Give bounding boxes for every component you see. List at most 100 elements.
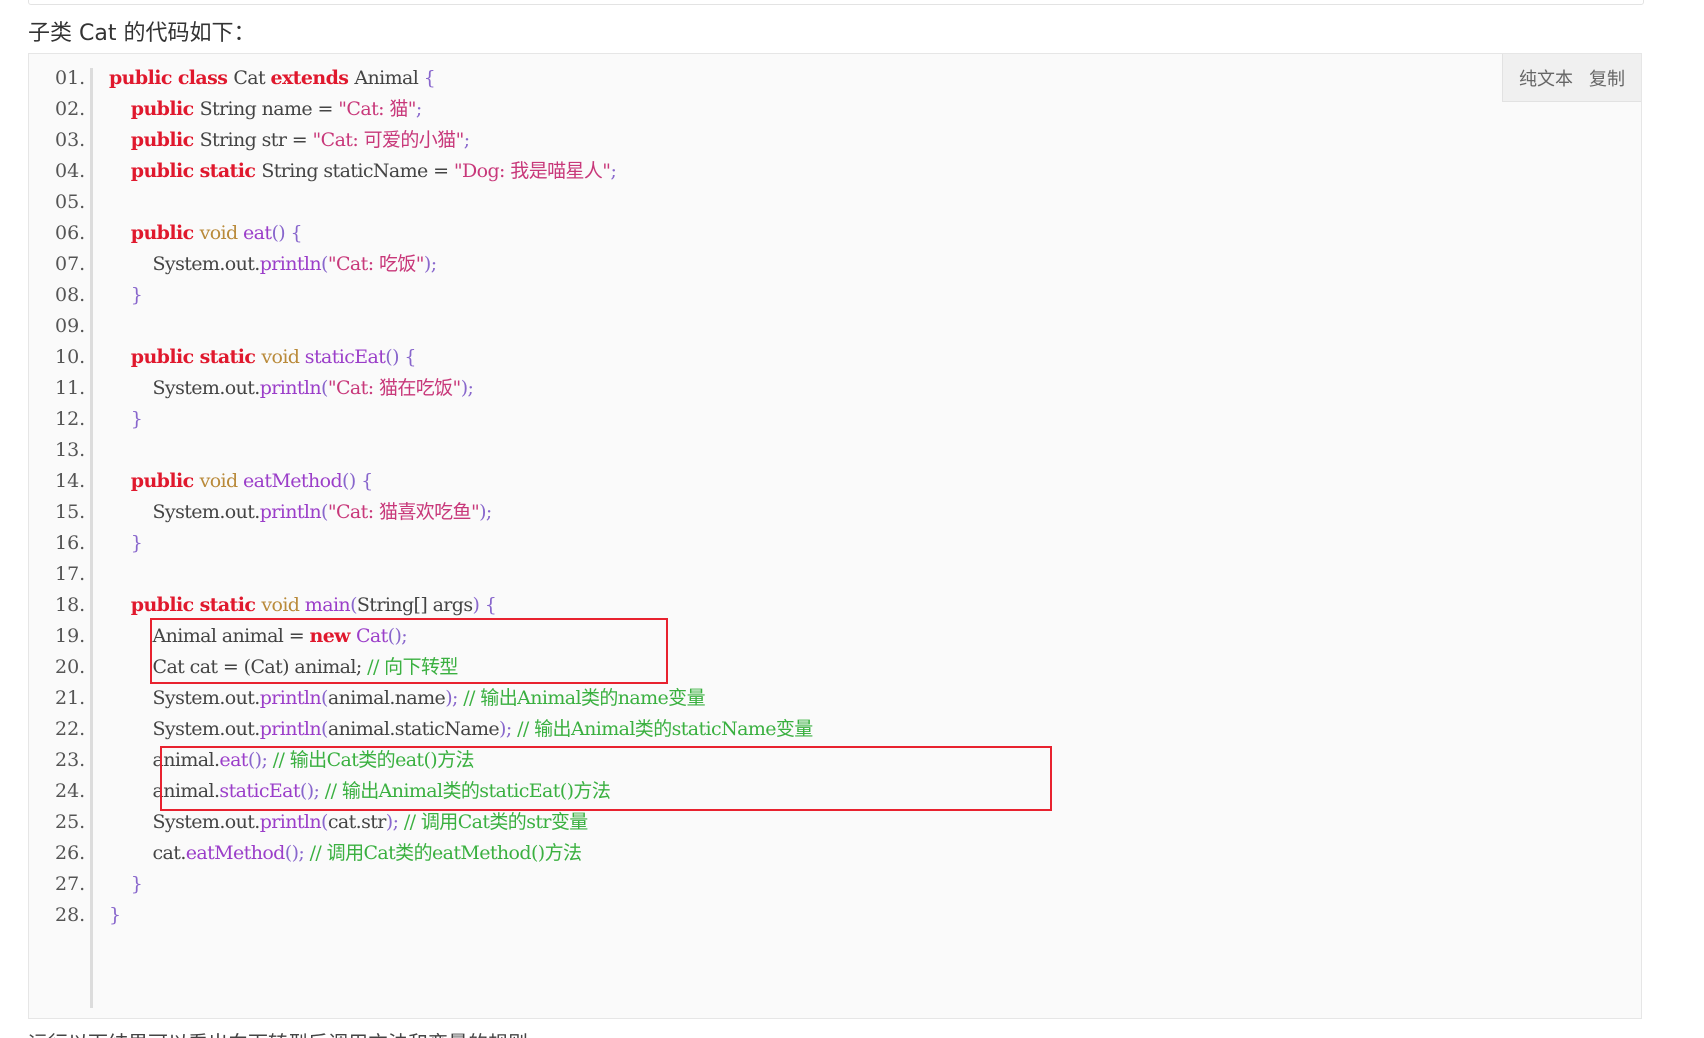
code-token-punct: ( (321, 253, 328, 275)
code-token-plain: System.out. (109, 377, 261, 399)
line-number: 05. (55, 191, 86, 213)
line-number: 27. (55, 873, 86, 895)
code-line: 11. System.out.println("Cat: 猫在吃饭"); (29, 372, 1529, 405)
code-token-punct: } (109, 904, 121, 926)
code-token-plain: animal.name (327, 687, 446, 709)
code-token-fn: println (259, 501, 322, 523)
code-token-fn: eatMethod (185, 842, 286, 864)
code-token-plain: String[] args (356, 594, 473, 616)
code-line: 10. public static void staticEat() { (29, 341, 1529, 374)
code-token-fn: println (259, 811, 322, 833)
code-line: 02. public String name = "Cat: 猫"; (29, 93, 1529, 126)
code-token-punct: } (130, 408, 143, 430)
code-block: 纯文本 复制 01. public class Cat extends Anima… (28, 53, 1642, 1019)
code-line: 12. } (29, 403, 1529, 436)
code-text: System.out.println(animal.name); // 输出An… (109, 682, 706, 715)
copy-button[interactable]: 复制 (1589, 65, 1625, 91)
code-line: 28.} (29, 899, 1529, 932)
line-number: 16. (55, 532, 86, 554)
code-text: public static String staticName = "Dog: … (109, 155, 617, 188)
code-token-punct: () { (385, 346, 416, 368)
code-token-punct: () { (342, 470, 373, 492)
code-token-punct: ; (463, 129, 470, 151)
code-line: 22. System.out.println(animal.staticName… (29, 713, 1529, 746)
code-text: } (109, 868, 143, 901)
code-token-kw: public (130, 346, 200, 368)
line-number: 03. (55, 129, 86, 151)
line-number: 15. (55, 501, 86, 523)
code-token-punct: ( (321, 687, 328, 709)
code-token-punct: ; (610, 160, 617, 182)
code-token-punct: { (423, 67, 436, 89)
code-line: 15. System.out.println("Cat: 猫喜欢吃鱼"); (29, 496, 1529, 529)
line-number: 02. (55, 98, 86, 120)
line-number: 09. (55, 315, 86, 337)
code-token-plain: System.out. (109, 687, 261, 709)
line-number: 04. (55, 160, 86, 182)
bottom-paragraph: 运行以下结果可以看出向下转型后调用方法和变量的规则 (28, 1027, 528, 1038)
code-text: System.out.println("Cat: 猫喜欢吃鱼"); (109, 496, 493, 529)
code-token-kw: public (130, 222, 200, 244)
code-token-str: "Cat: 猫" (338, 98, 416, 120)
code-line: 08. } (29, 279, 1529, 312)
code-token-punct: ( (321, 811, 328, 833)
code-token-punct: ); (445, 687, 458, 709)
code-token-punct: (); (284, 842, 305, 864)
code-token-comment: // 调用Cat类的eatMethod()方法 (304, 842, 582, 864)
previous-code-block (28, 0, 1644, 5)
code-text: public String str = "Cat: 可爱的小猫"; (109, 124, 470, 157)
line-number: 07. (55, 253, 86, 275)
code-line: 27. } (29, 868, 1529, 901)
code-line: 04. public static String staticName = "D… (29, 155, 1529, 188)
code-token-kw: public (130, 470, 200, 492)
code-token-punct: ; (415, 98, 422, 120)
line-number: 23. (55, 749, 86, 771)
code-token-plain: Cat (233, 67, 271, 89)
code-token-plain: String name = (199, 98, 339, 120)
code-token-plain: System.out. (109, 253, 261, 275)
code-token-punct: ) { (472, 594, 497, 616)
code-text: public class Cat extends Animal { (109, 62, 436, 95)
highlight-box-method-calls (160, 746, 1052, 811)
code-token-punct: ( (321, 718, 328, 740)
code-token-punct: () { (271, 222, 303, 244)
code-token-str: "Cat: 可爱的小猫" (312, 129, 465, 151)
code-token-kw: static (199, 160, 262, 182)
intro-text: 子类 Cat 的代码如下： (28, 21, 256, 46)
code-line: 14. public void eatMethod() { (29, 465, 1529, 498)
code-token-punct: ); (499, 718, 512, 740)
code-token-str: "Cat: 猫喜欢吃鱼" (327, 501, 480, 523)
line-number: 13. (55, 439, 86, 461)
code-token-punct: ( (321, 377, 328, 399)
code-line: 26. cat.eatMethod(); // 调用Cat类的eatMethod… (29, 837, 1529, 870)
code-token-punct: ( (350, 594, 357, 616)
line-number: 14. (55, 470, 86, 492)
code-token-type: void (199, 222, 244, 244)
line-number: 24. (55, 780, 86, 802)
code-line: 06. public void eat() { (29, 217, 1529, 250)
line-number: 25. (55, 811, 86, 833)
code-line: 01. public class Cat extends Animal { (29, 62, 1529, 95)
highlight-box-downcast (150, 618, 668, 684)
line-number: 28. (55, 904, 86, 926)
code-text: public void eatMethod() { (109, 465, 373, 498)
line-number: 01. (55, 67, 86, 89)
code-line: 03. public String str = "Cat: 可爱的小猫"; (29, 124, 1529, 157)
code-token-kw: public (109, 67, 178, 89)
code-token-kw: extends (270, 67, 355, 89)
code-text: } (109, 403, 143, 436)
code-token-kw: static (199, 346, 262, 368)
code-text: cat.eatMethod(); // 调用Cat类的eatMethod()方法 (109, 837, 582, 870)
code-token-punct: ); (423, 253, 437, 275)
code-token-plain: System.out. (109, 811, 261, 833)
code-token-fn: println (259, 687, 322, 709)
code-text: } (109, 899, 121, 932)
